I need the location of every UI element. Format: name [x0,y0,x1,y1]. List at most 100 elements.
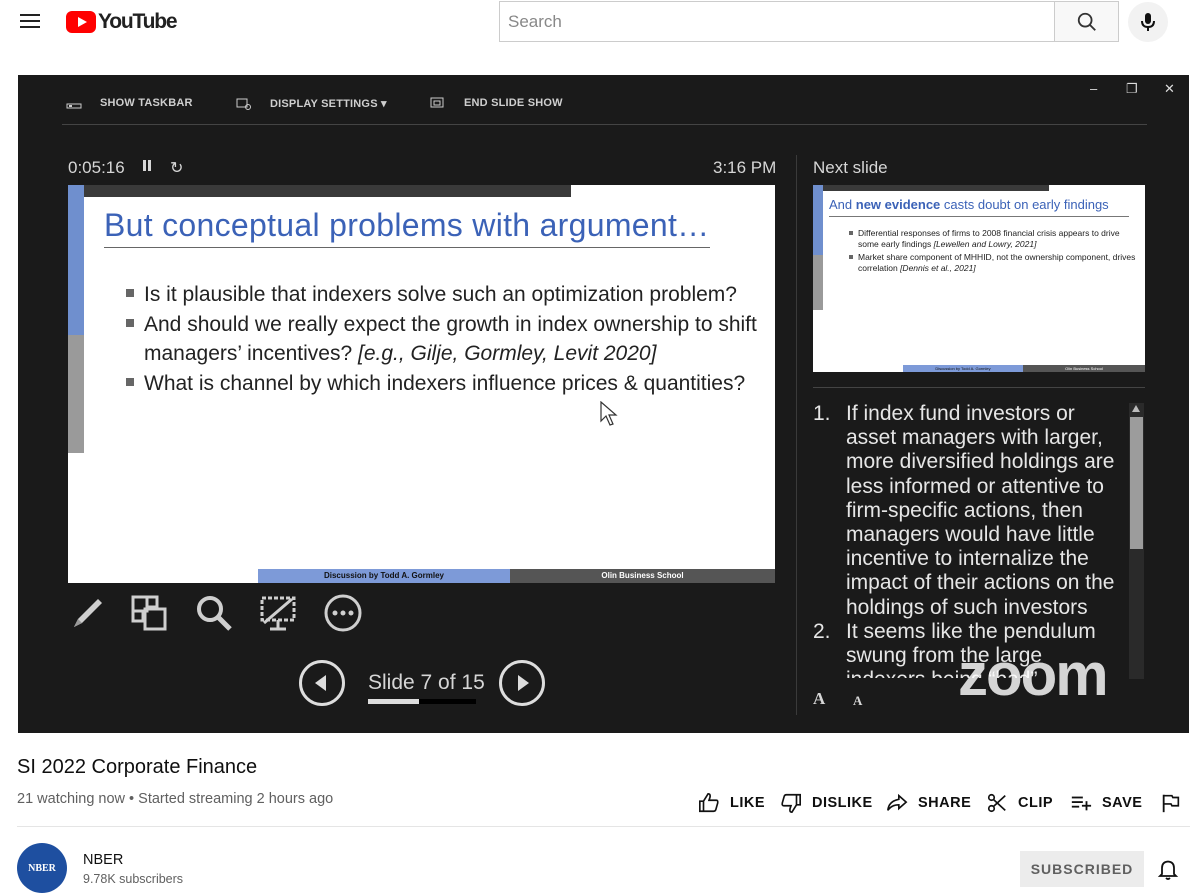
minimize-button[interactable]: – [1090,81,1097,96]
end-slide-show-label: END SLIDE SHOW [464,97,563,109]
share-icon [887,793,908,811]
end-slide-show-button[interactable]: END SLIDE SHOW [430,97,563,109]
next-slide-title: And new evidence casts doubt on early fi… [829,197,1109,212]
previous-slide-button[interactable] [299,660,345,706]
restart-timer-icon[interactable]: ↻ [170,158,183,178]
pen-icon [74,599,102,627]
report-button[interactable] [1160,792,1192,814]
youtube-play-icon [66,11,96,33]
next-title-post: casts doubt on early findings [940,197,1109,212]
slide-bullet: And should we really expect the growth i… [126,310,766,368]
slide-footer: Discussion by Todd A. Gormley Olin Busin… [258,569,775,583]
increase-font-button[interactable]: A [813,689,825,709]
next-slide-button[interactable] [499,660,545,706]
dislike-icon [781,793,801,813]
video-player[interactable]: SHOW TASKBAR DISPLAY SETTINGS ▾ END SLID… [18,75,1189,733]
slide-progress-bar [368,699,476,704]
slides-grid-icon [131,595,167,631]
subscriber-count: 9.78K subscribers [83,872,184,886]
presenter-toolbar: SHOW TASKBAR DISPLAY SETTINGS ▾ END SLID… [62,75,1147,125]
zoom-slide-button[interactable] [194,593,234,633]
next-slide-top-strip [823,185,1049,191]
show-taskbar-label: SHOW TASKBAR [100,97,193,109]
display-settings-label: DISPLAY SETTINGS ▾ [270,98,387,110]
clip-label: CLIP [1018,795,1054,811]
pen-tool-button[interactable] [68,593,108,633]
decrease-font-button[interactable]: A [853,693,862,709]
note-item: 1. If index fund investors or asset manag… [813,402,1123,620]
dislike-label: DISLIKE [812,795,873,811]
dislike-button[interactable]: DISLIKE [780,792,873,814]
notes-divider [813,387,1145,388]
next-title-pre: And [829,197,856,212]
save-playlist-icon [1071,796,1092,811]
next-slide-bullet: Differential responses of firms to 2008 … [849,228,1139,250]
bullet-citation: [e.g., Gilje, Gormley, Levit 2020] [358,342,657,365]
clip-button[interactable]: CLIP [986,792,1053,814]
channel-avatar[interactable]: NBER [17,843,67,893]
zoom-watermark: zoom [958,641,1109,708]
more-icon [324,594,362,632]
note-number: 2. [813,619,831,643]
notes-scrollbar[interactable] [1129,403,1144,679]
bell-icon [1157,860,1179,880]
voice-search-button[interactable] [1128,2,1168,42]
next-bullet-citation: [Dennis et al., 2021] [900,263,976,273]
next-slide-footer: Discussion by Todd A. Gormley Olin Busin… [903,365,1145,372]
restore-button[interactable]: ❐ [1126,81,1138,97]
bullet-text: Is it plausible that indexers solve such… [144,283,737,306]
slide-accent-gray [68,335,84,453]
next-bullet-citation: [Lewellen and Lowry, 2021] [933,239,1037,249]
video-meta: 21 watching now • Started streaming 2 ho… [17,791,334,807]
scroll-up-arrow[interactable] [1132,405,1140,412]
slide-footer-left: Discussion by Todd A. Gormley [258,569,510,583]
save-button[interactable]: SAVE [1070,792,1142,814]
next-slide-rule [829,216,1129,217]
mic-icon [1141,13,1155,31]
scroll-thumb[interactable] [1130,417,1143,549]
next-slide-bullets: Differential responses of firms to 2008 … [849,228,1139,276]
youtube-logo[interactable]: YouTube [66,10,178,34]
like-label: LIKE [730,795,766,811]
share-label: SHARE [918,795,972,811]
slide-accent-blue [68,185,84,335]
clip-icon [987,793,1006,813]
mouse-cursor-icon [600,401,618,426]
elapsed-timer: 0:05:16 [68,158,125,177]
slide-bullets: Is it plausible that indexers solve such… [126,280,766,399]
notifications-button[interactable] [1156,857,1180,886]
show-taskbar-button[interactable]: SHOW TASKBAR [66,97,193,109]
current-slide: But conceptual problems with argument… I… [68,185,775,583]
black-screen-button[interactable] [258,593,298,633]
slide-title-rule [104,247,710,248]
logo-text: YouTube [98,10,178,33]
like-button[interactable]: LIKE [698,792,765,814]
section-divider [17,826,1190,827]
search-input[interactable] [499,1,1054,42]
top-bar: YouTube [0,0,1200,50]
display-settings-button[interactable]: DISPLAY SETTINGS ▾ [236,97,387,110]
pause-icon[interactable] [142,160,152,172]
search-bar [499,1,1119,42]
channel-name[interactable]: NBER [83,852,123,868]
slide-progress-fill [368,699,419,704]
note-number: 1. [813,402,831,425]
display-settings-icon [236,98,251,110]
slide-counter: Slide 7 of 15 [368,671,485,694]
speaker-notes: 1. If index fund investors or asset manag… [813,402,1123,678]
search-button[interactable] [1054,1,1119,42]
save-label: SAVE [1102,795,1143,811]
flag-icon [1162,794,1180,813]
like-icon [699,793,719,813]
close-button[interactable]: ✕ [1164,81,1175,97]
subscribed-button[interactable]: SUBSCRIBED [1020,851,1144,887]
next-slide-bullet: Market share component of MHHID, not the… [849,252,1139,274]
menu-icon[interactable] [14,8,46,36]
next-slide-preview[interactable]: And new evidence casts doubt on early fi… [813,185,1145,372]
see-all-slides-button[interactable] [130,593,170,633]
next-slide-accent-gray [813,255,823,310]
more-options-button[interactable] [323,593,363,633]
clock: 3:16 PM [713,158,777,177]
share-button[interactable]: SHARE [886,792,971,814]
next-title-bold: new evidence [855,197,941,212]
